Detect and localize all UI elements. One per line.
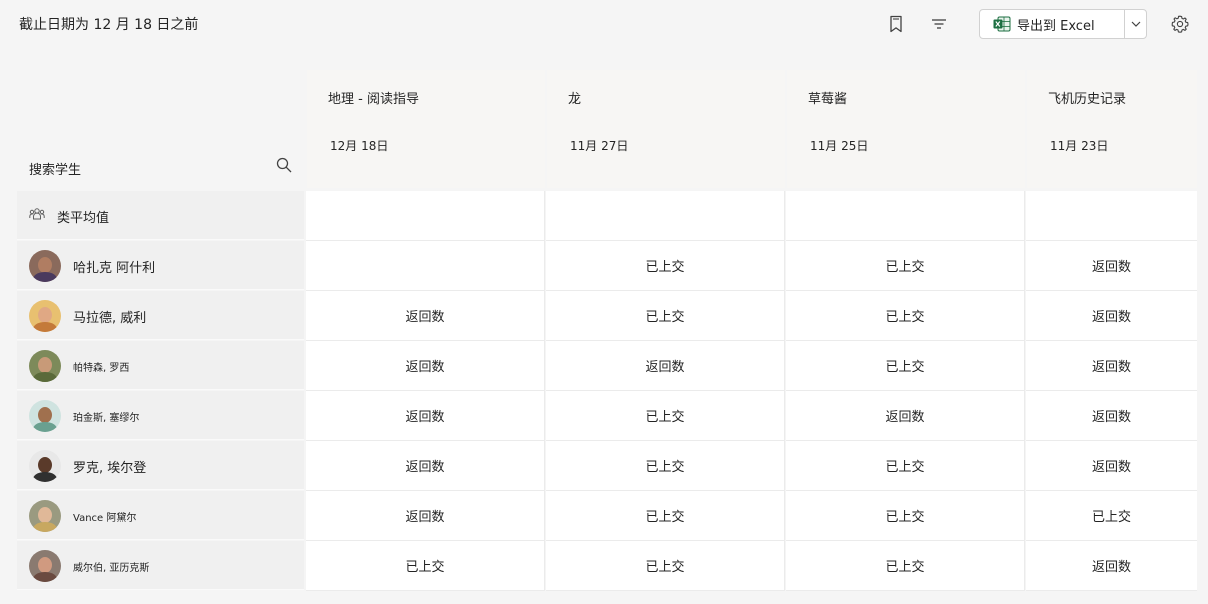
grade-cell[interactable]: 返回数 bbox=[306, 391, 545, 441]
filter-icon bbox=[932, 19, 946, 29]
student-name: Vance 阿黛尔 bbox=[73, 513, 137, 524]
avatar bbox=[29, 300, 61, 332]
student-row-label[interactable]: 帕特森, 罗西 bbox=[17, 341, 304, 390]
page-title: 截止日期为 12 月 18 日之前 bbox=[19, 17, 199, 33]
assignment-column-header[interactable]: 飞机历史记录 11月 23日 bbox=[1027, 70, 1197, 188]
avatar bbox=[29, 250, 61, 282]
student-row-label[interactable]: 马拉德, 威利 bbox=[17, 291, 304, 340]
grade-cell[interactable]: 返回数 bbox=[306, 341, 545, 391]
class-average-row-label: 类平均值 bbox=[17, 191, 304, 240]
grade-cell[interactable]: 已上交 bbox=[786, 441, 1025, 491]
grade-cell[interactable]: 已上交 bbox=[1026, 491, 1197, 541]
grade-cell[interactable]: 返回数 bbox=[306, 441, 545, 491]
student-row-label[interactable]: Vance 阿黛尔 bbox=[17, 491, 304, 540]
avatar bbox=[29, 550, 61, 582]
assignment-due-date: 11月 23日 bbox=[1050, 139, 1109, 153]
assignment-column-header[interactable]: 龙 11月 27日 bbox=[547, 70, 785, 188]
bookmark-button[interactable] bbox=[885, 13, 907, 35]
chevron-down-icon bbox=[1131, 21, 1140, 27]
student-row-label[interactable]: 威尔伯, 亚历克斯 bbox=[17, 541, 304, 590]
student-name: 威尔伯, 亚历克斯 bbox=[73, 563, 150, 574]
search-icon[interactable] bbox=[275, 156, 293, 174]
bookmark-icon bbox=[890, 15, 902, 33]
search-label: 搜索学生 bbox=[29, 163, 82, 178]
assignment-title: 地理 - 阅读指导 bbox=[328, 92, 419, 107]
student-row-label[interactable]: 罗克, 埃尔登 bbox=[17, 441, 304, 490]
grade-cell[interactable]: 已上交 bbox=[786, 541, 1025, 591]
export-label: 导出到 Excel bbox=[1017, 18, 1095, 34]
avatar bbox=[29, 500, 61, 532]
student-name: 哈扎克 阿什利 bbox=[73, 261, 156, 276]
assignment-column-header[interactable]: 地理 - 阅读指导 12月 18日 bbox=[307, 70, 545, 188]
top-bar: 截止日期为 12 月 18 日之前 导出到 Excel bbox=[0, 0, 1208, 48]
avatar bbox=[29, 400, 61, 432]
assignment-title: 龙 bbox=[568, 92, 582, 107]
assignment-title: 飞机历史记录 bbox=[1048, 92, 1127, 107]
class-average-cell bbox=[306, 191, 545, 241]
assignment-column-header[interactable]: 草莓酱 11月 25日 bbox=[787, 70, 1025, 188]
grade-cell[interactable]: 返回数 bbox=[1026, 241, 1197, 291]
student-search[interactable]: 搜索学生 bbox=[17, 70, 305, 190]
grade-cell[interactable]: 返回数 bbox=[1026, 291, 1197, 341]
grade-cell[interactable]: 已上交 bbox=[786, 491, 1025, 541]
grade-cell[interactable]: 返回数 bbox=[1026, 541, 1197, 591]
class-average-cell bbox=[546, 191, 785, 241]
class-average-cell bbox=[1026, 191, 1197, 241]
student-name: 马拉德, 威利 bbox=[73, 311, 147, 326]
grade-cell[interactable]: 已上交 bbox=[786, 341, 1025, 391]
grade-cell[interactable]: 已上交 bbox=[546, 491, 785, 541]
grade-cell[interactable]: 已上交 bbox=[546, 241, 785, 291]
student-row-label[interactable]: 珀金斯, 塞缪尔 bbox=[17, 391, 304, 440]
assignment-due-date: 12月 18日 bbox=[330, 139, 389, 153]
export-options-dropdown[interactable] bbox=[1125, 10, 1146, 38]
avatar bbox=[29, 350, 61, 382]
grade-cell[interactable]: 已上交 bbox=[306, 541, 545, 591]
student-name: 珀金斯, 塞缪尔 bbox=[73, 413, 140, 424]
grade-cell[interactable]: 返回数 bbox=[1026, 391, 1197, 441]
excel-icon bbox=[993, 16, 1011, 32]
avatar bbox=[29, 450, 61, 482]
grade-cell[interactable] bbox=[306, 241, 545, 291]
grade-cell[interactable]: 已上交 bbox=[786, 241, 1025, 291]
student-name: 帕特森, 罗西 bbox=[73, 363, 130, 374]
assignment-title: 草莓酱 bbox=[808, 92, 848, 107]
filter-button[interactable] bbox=[928, 13, 950, 35]
grade-cell[interactable]: 已上交 bbox=[546, 541, 785, 591]
grade-cell[interactable]: 返回数 bbox=[306, 491, 545, 541]
grade-cell[interactable]: 已上交 bbox=[786, 291, 1025, 341]
grade-cell[interactable]: 返回数 bbox=[786, 391, 1025, 441]
assignment-due-date: 11月 25日 bbox=[810, 139, 869, 153]
export-to-excel-button[interactable]: 导出到 Excel bbox=[979, 9, 1147, 39]
people-icon bbox=[29, 208, 45, 220]
class-average-cell bbox=[786, 191, 1025, 241]
export-main-action[interactable]: 导出到 Excel bbox=[980, 10, 1124, 38]
grade-cell[interactable]: 返回数 bbox=[306, 291, 545, 341]
grade-cell[interactable]: 已上交 bbox=[546, 291, 785, 341]
assignment-due-date: 11月 27日 bbox=[570, 139, 629, 153]
grade-cell[interactable]: 返回数 bbox=[1026, 341, 1197, 391]
student-name: 罗克, 埃尔登 bbox=[73, 461, 147, 476]
settings-button[interactable] bbox=[1169, 13, 1191, 35]
grade-cell[interactable]: 返回数 bbox=[1026, 441, 1197, 491]
class-average-label: 类平均值 bbox=[57, 211, 110, 226]
grade-cell[interactable]: 已上交 bbox=[546, 391, 785, 441]
grade-cell[interactable]: 返回数 bbox=[546, 341, 785, 391]
grade-cell[interactable]: 已上交 bbox=[546, 441, 785, 491]
student-row-label[interactable]: 哈扎克 阿什利 bbox=[17, 241, 304, 290]
settings-icon bbox=[1171, 15, 1189, 33]
